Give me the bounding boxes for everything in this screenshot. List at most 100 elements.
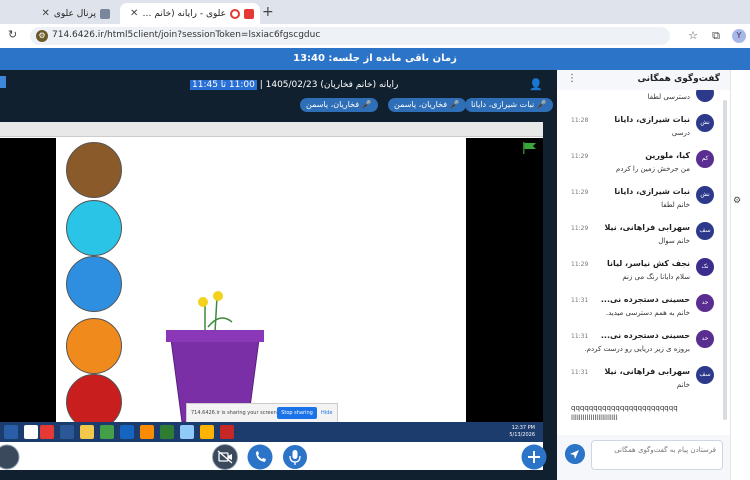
bookmark-star-icon[interactable]: ☆ bbox=[688, 29, 698, 42]
chat-message-list: دسترسی لطفا نش نبات شیرازی، دایانا 11:28… bbox=[557, 90, 730, 435]
message-time: 11:29 bbox=[571, 261, 589, 268]
taskbar-app-icon[interactable] bbox=[40, 425, 54, 439]
color-circle-orange[interactable] bbox=[66, 318, 122, 374]
taskbar-app-icon[interactable] bbox=[200, 425, 214, 439]
chat-header: گفت‌وگوی همگانی ⋮ bbox=[557, 70, 730, 90]
chat-options-icon[interactable]: ⋮ bbox=[567, 73, 577, 84]
chat-title: گفت‌وگوی همگانی bbox=[637, 74, 720, 84]
phone-icon[interactable] bbox=[247, 444, 273, 470]
stop-sharing-button[interactable]: Stop sharing bbox=[277, 407, 317, 419]
message-text: خانم سوال bbox=[658, 237, 690, 245]
shared-window-titlebar bbox=[0, 122, 543, 137]
message-text: سلام دایانا رنگ می زنم bbox=[622, 273, 690, 281]
avatar: نش bbox=[696, 186, 714, 204]
message-text: من جرخش زمین را کردم bbox=[616, 165, 690, 173]
reload-icon[interactable]: ↻ bbox=[8, 28, 17, 41]
taskbar-app-icon[interactable] bbox=[140, 425, 154, 439]
hide-link[interactable]: Hide bbox=[321, 410, 332, 416]
tab-favicon-icon bbox=[100, 8, 110, 19]
close-tab-icon[interactable]: ✕ bbox=[41, 8, 49, 19]
color-circle-brown[interactable] bbox=[66, 142, 122, 198]
url-box[interactable]: ⚙ 714.6426.ir/html5client/join?sessionTo… bbox=[30, 27, 670, 45]
presentation-area: رایانه (خانم فخاریان) 1405/02/23 | 11:00… bbox=[0, 70, 557, 480]
start-icon[interactable] bbox=[4, 425, 18, 439]
send-icon[interactable] bbox=[565, 444, 585, 464]
avatar bbox=[696, 90, 714, 102]
color-circle-blue[interactable] bbox=[66, 256, 122, 312]
browser-tab-inactive[interactable]: پرنال علوی ✕ bbox=[14, 3, 116, 24]
chat-message: نک نجف کش نیاسر، لیانا 11:29 سلام دایانا… bbox=[557, 256, 730, 290]
settings-icon[interactable]: ⚙ bbox=[733, 196, 741, 206]
taskbar-app-icon[interactable] bbox=[160, 425, 174, 439]
user-list-icon[interactable]: 👤 bbox=[529, 78, 543, 91]
chat-panel: گفت‌وگوی همگانی ⋮ دسترسی لطفا نش نبات شی… bbox=[557, 70, 730, 480]
flower-pot-drawing bbox=[166, 291, 264, 422]
sender-name: سهرابی فراهانی، نیلا bbox=[604, 223, 690, 232]
tab-title: پرنال علوی bbox=[53, 8, 96, 19]
message-text: درسی bbox=[671, 129, 690, 137]
taskbar-app-icon[interactable] bbox=[100, 425, 114, 439]
extensions-icon[interactable]: ⧉ bbox=[712, 29, 720, 43]
message-time: 11:31 bbox=[571, 333, 589, 340]
chat-message: نش نبات شیرازی، دایانا 11:29 خانم لطفا bbox=[557, 184, 730, 218]
message-text: بروزه ی زیر دریایی رو درست کردم. bbox=[584, 345, 691, 353]
message-text: خانم bbox=[676, 381, 690, 389]
avatar: کم bbox=[696, 150, 714, 168]
tab-title: علوی - رایانه (خانم فخاریان) 3 bbox=[142, 8, 226, 19]
taskbar-app-icon[interactable] bbox=[220, 425, 234, 439]
sender-name: حسینی دستجرده نی... bbox=[600, 331, 690, 340]
browser-tab-strip: پرنال علوی ✕ علوی - رایانه (خانم فخاریان… bbox=[0, 0, 750, 24]
color-circle-cyan[interactable] bbox=[66, 200, 122, 256]
session-time-range: 11:00 تا 11:45 bbox=[190, 80, 257, 90]
shared-screen: 714.6426.ir is sharing your screen. Stop… bbox=[0, 122, 543, 470]
green-flag-icon[interactable] bbox=[522, 142, 538, 154]
address-bar-row: ↻ ⚙ 714.6426.ir/html5client/join?session… bbox=[0, 24, 750, 49]
shared-screen-black-right bbox=[466, 138, 543, 438]
avatar: نش bbox=[696, 114, 714, 132]
message-text: qqqqqqqqqqqqqqqqqqqqqqqq bbox=[571, 404, 678, 412]
close-tab-icon[interactable]: ✕ bbox=[130, 8, 138, 19]
session-title: رایانه (خانم فخاریان) 1405/02/23 | 11:00… bbox=[190, 80, 399, 90]
message-time: 11:29 bbox=[571, 189, 589, 196]
chat-message-input[interactable]: فرستادن پیام به گفت‌وگوی همگانی bbox=[591, 440, 723, 470]
taskbar-app-icon[interactable] bbox=[60, 425, 74, 439]
right-edge-sidebar: ⚙ bbox=[730, 70, 750, 480]
avatar: سف bbox=[696, 222, 714, 240]
mic-icon[interactable] bbox=[282, 444, 308, 470]
sender-name: نبات شیرازی، دایانا bbox=[614, 115, 690, 124]
taskbar-app-icon[interactable] bbox=[120, 425, 134, 439]
tab-favicon-icon bbox=[244, 8, 254, 19]
sender-name: سهرابی فراهانی، نیلا bbox=[604, 367, 690, 376]
message-text: خانم به همم دسترسی میدید. bbox=[605, 309, 690, 317]
session-timer-banner: زمان باقی مانده از جلسه: 13:40 bbox=[0, 48, 750, 70]
message-text: دسترسی لطفا bbox=[647, 93, 690, 101]
url-text: 714.6426.ir/html5client/join?sessionToke… bbox=[52, 30, 321, 40]
chat-message: حد حسینی دستجرده نی... 11:31 خانم به همم… bbox=[557, 292, 730, 326]
chat-message: دسترسی لطفا bbox=[557, 90, 730, 110]
participant-chip[interactable]: 🎤 نبات شیرازی، دایانا bbox=[465, 98, 553, 112]
session-title-text: رایانه (خانم فخاریان) 1405/02/23 bbox=[265, 80, 399, 90]
sender-name: نبات شیرازی، دایانا bbox=[614, 187, 690, 196]
recording-icon bbox=[230, 8, 240, 19]
taskbar-app-icon[interactable] bbox=[80, 425, 94, 439]
chat-message: حد حسینی دستجرده نی... 11:31 بروزه ی زیر… bbox=[557, 328, 730, 362]
taskbar-app-icon[interactable] bbox=[180, 425, 194, 439]
chat-message: سف سهرابی فراهانی، نیلا 11:29 خانم سوال bbox=[557, 220, 730, 254]
plus-icon[interactable] bbox=[521, 444, 547, 470]
chat-message: کم کیا، ملورین 11:29 من جرخش زمین را کرد… bbox=[557, 148, 730, 182]
message-time: 11:31 bbox=[571, 297, 589, 304]
stats-icon[interactable] bbox=[0, 76, 6, 88]
participant-chip[interactable]: 🎤 فخاریان، یاسمن bbox=[388, 98, 466, 112]
site-info-icon[interactable]: ⚙ bbox=[36, 30, 48, 42]
profile-avatar[interactable]: Y bbox=[732, 29, 746, 43]
participant-chip[interactable]: 🎤 فخاریان، یاسمن bbox=[300, 98, 378, 112]
camera-off-icon[interactable] bbox=[212, 444, 238, 470]
taskbar-clock: 12:37 PM 5/13/2026 bbox=[509, 425, 535, 438]
taskbar-app-icon[interactable] bbox=[24, 425, 38, 439]
sender-name: حسینی دستجرده نی... bbox=[600, 295, 690, 304]
message-time: 11:31 bbox=[571, 369, 589, 376]
chat-message: نش نبات شیرازی، دایانا 11:28 درسی bbox=[557, 112, 730, 146]
chat-scrollbar[interactable] bbox=[723, 100, 727, 420]
new-tab-icon[interactable]: + bbox=[262, 4, 274, 20]
browser-tab-active[interactable]: علوی - رایانه (خانم فخاریان) 3 ✕ bbox=[120, 3, 260, 24]
